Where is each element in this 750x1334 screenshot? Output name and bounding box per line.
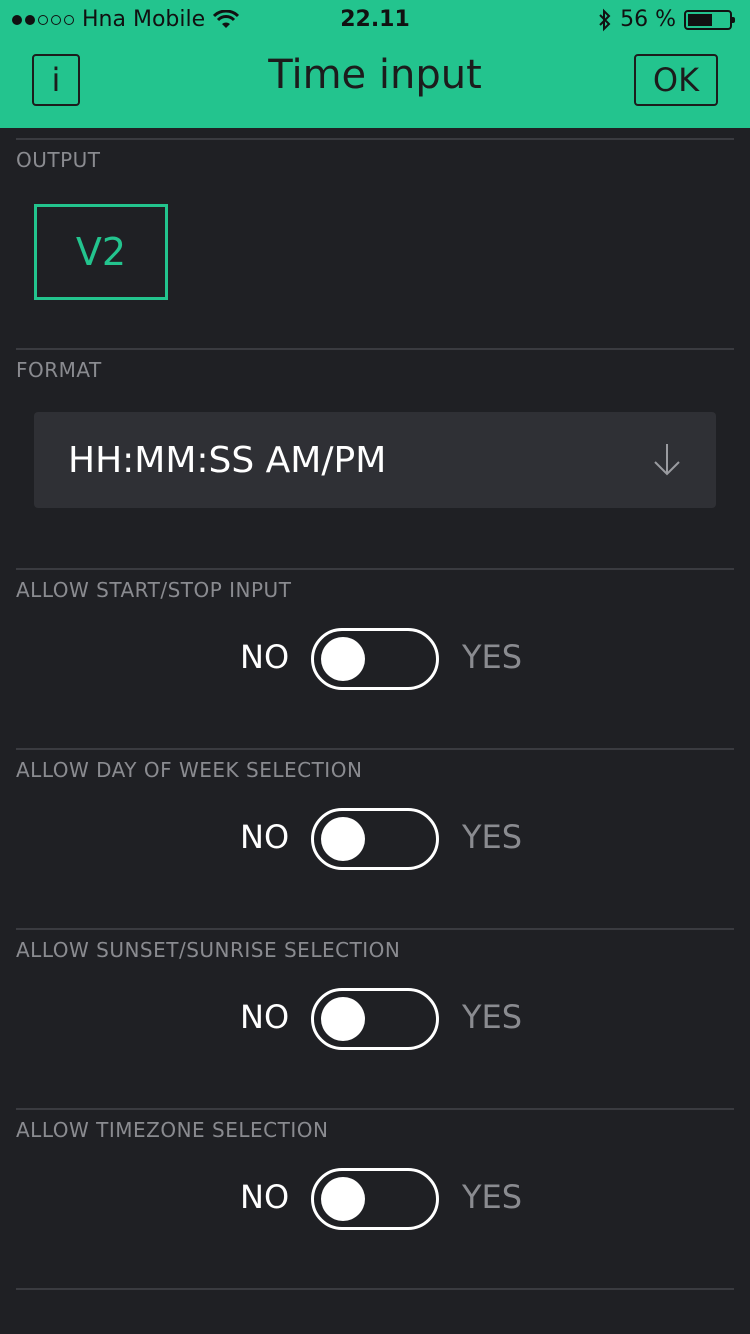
no-label: NO xyxy=(240,998,290,1036)
divider xyxy=(16,568,734,570)
ok-button[interactable]: OK xyxy=(634,54,718,106)
toggle-knob xyxy=(321,637,365,681)
timezone-switch-row: NO YES xyxy=(0,1168,750,1232)
toggle-knob xyxy=(321,817,365,861)
battery-percent: 56 % xyxy=(620,7,676,32)
output-label: OUTPUT xyxy=(16,148,101,172)
day-of-week-toggle[interactable] xyxy=(311,808,439,870)
top-bar: Hna Mobile 22.11 56 % i Time input OK xyxy=(0,0,750,128)
sunset-sunrise-toggle[interactable] xyxy=(311,988,439,1050)
arrow-down-icon xyxy=(654,444,680,476)
start-stop-switch-row: NO YES xyxy=(0,628,750,692)
switch-label-timezone: ALLOW TIMEZONE SELECTION xyxy=(16,1118,329,1142)
status-bar: Hna Mobile 22.11 56 % xyxy=(0,0,750,40)
divider xyxy=(16,748,734,750)
battery-icon xyxy=(684,9,735,30)
day-of-week-switch-row: NO YES xyxy=(0,808,750,872)
no-label: NO xyxy=(240,818,290,856)
toggle-knob xyxy=(321,997,365,1041)
sunset-sunrise-switch-row: NO YES xyxy=(0,988,750,1052)
divider xyxy=(16,928,734,930)
no-label: NO xyxy=(240,1178,290,1216)
switch-label-day-of-week: ALLOW DAY OF WEEK SELECTION xyxy=(16,758,363,782)
bluetooth-icon xyxy=(599,8,611,31)
yes-label: YES xyxy=(462,1178,523,1216)
switch-label-start-stop: ALLOW START/STOP INPUT xyxy=(16,578,292,602)
format-value: HH:MM:SS AM/PM xyxy=(68,440,387,481)
output-pin-button[interactable]: V2 xyxy=(34,204,168,300)
switch-label-sunset-sunrise: ALLOW SUNSET/SUNRISE SELECTION xyxy=(16,938,401,962)
format-dropdown[interactable]: HH:MM:SS AM/PM xyxy=(34,412,716,508)
timezone-toggle[interactable] xyxy=(311,1168,439,1230)
yes-label: YES xyxy=(462,638,523,676)
divider xyxy=(16,138,734,140)
format-label: FORMAT xyxy=(16,358,102,382)
toggle-knob xyxy=(321,1177,365,1221)
start-stop-toggle[interactable] xyxy=(311,628,439,690)
divider xyxy=(16,348,734,350)
divider xyxy=(16,1108,734,1110)
divider xyxy=(16,1288,734,1290)
no-label: NO xyxy=(240,638,290,676)
yes-label: YES xyxy=(462,818,523,856)
yes-label: YES xyxy=(462,998,523,1036)
